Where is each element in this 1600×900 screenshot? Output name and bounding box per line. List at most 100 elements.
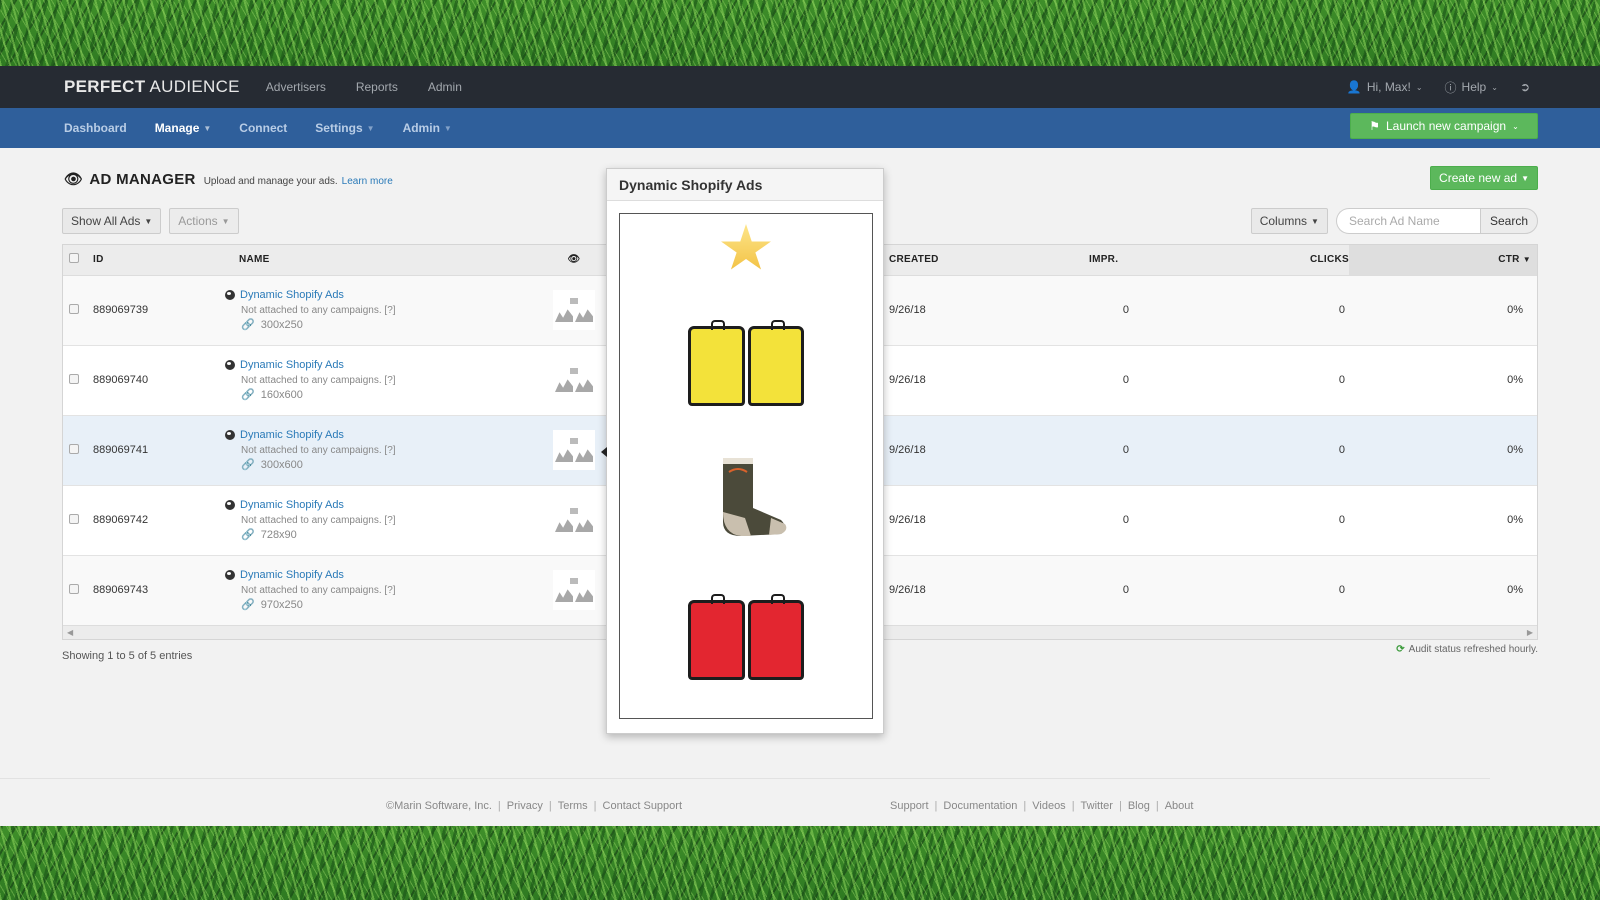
ad-id: 889069741 (93, 444, 149, 456)
row-checkbox[interactable] (69, 443, 79, 454)
column-created[interactable]: CREATED (889, 245, 1089, 276)
image-icon (570, 438, 578, 444)
ad-name-link[interactable]: Dynamic Shopify Ads (225, 498, 549, 513)
columns-dropdown[interactable]: Columns ▼ (1250, 208, 1328, 234)
image-placeholder-icon (555, 519, 573, 532)
image-placeholder-icon (575, 519, 593, 532)
search-ad-name-input[interactable] (1335, 208, 1480, 234)
image-placeholder-icon (575, 309, 593, 322)
column-impr[interactable]: IMPR. (1089, 245, 1129, 276)
actions-dropdown[interactable]: Actions ▼ (169, 208, 239, 234)
learn-more-link[interactable]: Learn more (342, 176, 393, 187)
footer-link-privacy[interactable]: Privacy (507, 800, 543, 812)
image-placeholder-icon (555, 589, 573, 602)
row-checkbox[interactable] (69, 303, 79, 314)
ad-campaign-status: Not attached to any campaigns. [?] (241, 444, 396, 456)
user-icon: 👤 (1346, 80, 1362, 94)
footer-link-twitter[interactable]: Twitter (1081, 800, 1113, 812)
help-menu[interactable]: ⓘ Help ⌄ (1445, 79, 1498, 96)
brand-logo[interactable]: PERFECT AUDIENCE (64, 77, 240, 97)
search-button[interactable]: Search (1479, 208, 1538, 234)
row-checkbox[interactable] (69, 513, 79, 524)
footer-link-blog[interactable]: Blog (1128, 800, 1150, 812)
topnav-reports[interactable]: Reports (356, 80, 398, 94)
audit-status-note: ⟳ Audit status refreshed hourly. (1396, 644, 1538, 655)
caret-down-icon: ▼ (1311, 216, 1319, 226)
create-new-ad-button[interactable]: Create new ad ▼ (1430, 166, 1538, 190)
globe-icon (225, 360, 235, 370)
show-all-ads-dropdown[interactable]: Show All Ads ▼ (62, 208, 162, 234)
nav-settings[interactable]: Settings ▼ (315, 121, 374, 135)
nav-manage[interactable]: Manage ▼ (155, 121, 212, 135)
info-icon: ⓘ (1444, 80, 1457, 95)
column-ctr[interactable]: CTR ▼ (1349, 245, 1537, 276)
ad-impressions: 0 (1122, 304, 1129, 316)
page-subtitle: Upload and manage your ads. Learn more (203, 176, 393, 187)
topnav-admin[interactable]: Admin (428, 80, 462, 94)
nav-dashboard[interactable]: Dashboard (64, 121, 127, 135)
caret-down-icon: ▼ (221, 216, 230, 226)
ad-impressions: 0 (1122, 584, 1129, 596)
footer-divider (0, 778, 1490, 779)
ad-preview-thumbnail[interactable] (553, 430, 595, 470)
ad-preview-thumbnail[interactable] (553, 500, 595, 540)
ad-id: 889069739 (93, 304, 149, 316)
link-icon: 🔗 (241, 598, 255, 611)
ad-preview-frame[interactable] (619, 213, 873, 719)
footer-link-support[interactable]: Support (890, 800, 929, 812)
nav-connect[interactable]: Connect (239, 121, 287, 135)
main-navbar: Dashboard Manage ▼ Connect Settings ▼ Admi… (0, 108, 1600, 148)
image-icon (570, 368, 578, 374)
ad-ctr: 0% (1507, 304, 1523, 316)
scroll-right-icon[interactable]: ▶ (1527, 628, 1533, 637)
footer-link-about[interactable]: About (1165, 800, 1194, 812)
scroll-left-icon[interactable]: ◀ (67, 628, 73, 637)
topnav-advertisers[interactable]: Advertisers (266, 80, 326, 94)
image-icon (570, 508, 578, 514)
ad-clicks: 0 (1338, 374, 1345, 386)
caret-down-icon: ▼ (366, 123, 375, 133)
ad-name-link[interactable]: Dynamic Shopify Ads (225, 288, 549, 303)
ad-preview-thumbnail[interactable] (553, 570, 595, 610)
eye-icon: 👁 (64, 171, 84, 188)
image-placeholder-icon (555, 379, 573, 392)
nav-admin[interactable]: Admin ▼ (403, 121, 452, 135)
ad-impressions: 0 (1122, 374, 1129, 386)
popover-title: Dynamic Shopify Ads (607, 169, 883, 201)
chevron-down-icon: ⌄ (1491, 82, 1498, 92)
user-menu[interactable]: 👤 Hi, Max! ⌄ (1347, 80, 1423, 94)
ad-id: 889069742 (93, 514, 149, 526)
column-name[interactable]: NAME (239, 245, 549, 276)
sign-out-icon: ➲ (1519, 80, 1530, 94)
link-icon: 🔗 (241, 458, 255, 471)
row-checkbox[interactable] (69, 583, 79, 594)
ad-campaign-status: Not attached to any campaigns. [?] (241, 374, 396, 386)
column-clicks[interactable]: CLICKS (1129, 245, 1349, 276)
row-checkbox[interactable] (69, 373, 79, 384)
column-id[interactable]: ID (93, 245, 239, 276)
image-placeholder-icon (575, 449, 593, 462)
ad-preview-thumbnail[interactable] (553, 360, 595, 400)
ad-created-date: 9/26/18 (889, 304, 926, 316)
logout-button[interactable]: ➲ (1520, 80, 1530, 94)
ad-size: 🔗 300x600 (241, 458, 303, 471)
column-preview[interactable]: 👁 (549, 245, 599, 276)
footer-link-videos[interactable]: Videos (1032, 800, 1065, 812)
ad-clicks: 0 (1338, 304, 1345, 316)
footer-link-contact-support[interactable]: Contact Support (603, 800, 683, 812)
product-yellow-panniers (688, 320, 804, 406)
select-all-checkbox[interactable] (69, 253, 79, 264)
footer-link-documentation[interactable]: Documentation (943, 800, 1017, 812)
launch-campaign-button[interactable]: ⚑ Launch new campaign ⌄ (1350, 113, 1538, 139)
ad-name-link[interactable]: Dynamic Shopify Ads (225, 358, 549, 373)
eye-icon: 👁 (567, 254, 581, 266)
ad-size: 🔗 160x600 (241, 388, 303, 401)
ad-name-link[interactable]: Dynamic Shopify Ads (225, 428, 549, 443)
ad-name-link[interactable]: Dynamic Shopify Ads (225, 568, 549, 583)
caret-down-icon: ▼ (203, 123, 212, 133)
ad-preview-thumbnail[interactable] (553, 290, 595, 330)
image-placeholder-icon (555, 449, 573, 462)
image-icon (570, 298, 578, 304)
footer-link-terms[interactable]: Terms (558, 800, 588, 812)
ad-id: 889069740 (93, 374, 149, 386)
